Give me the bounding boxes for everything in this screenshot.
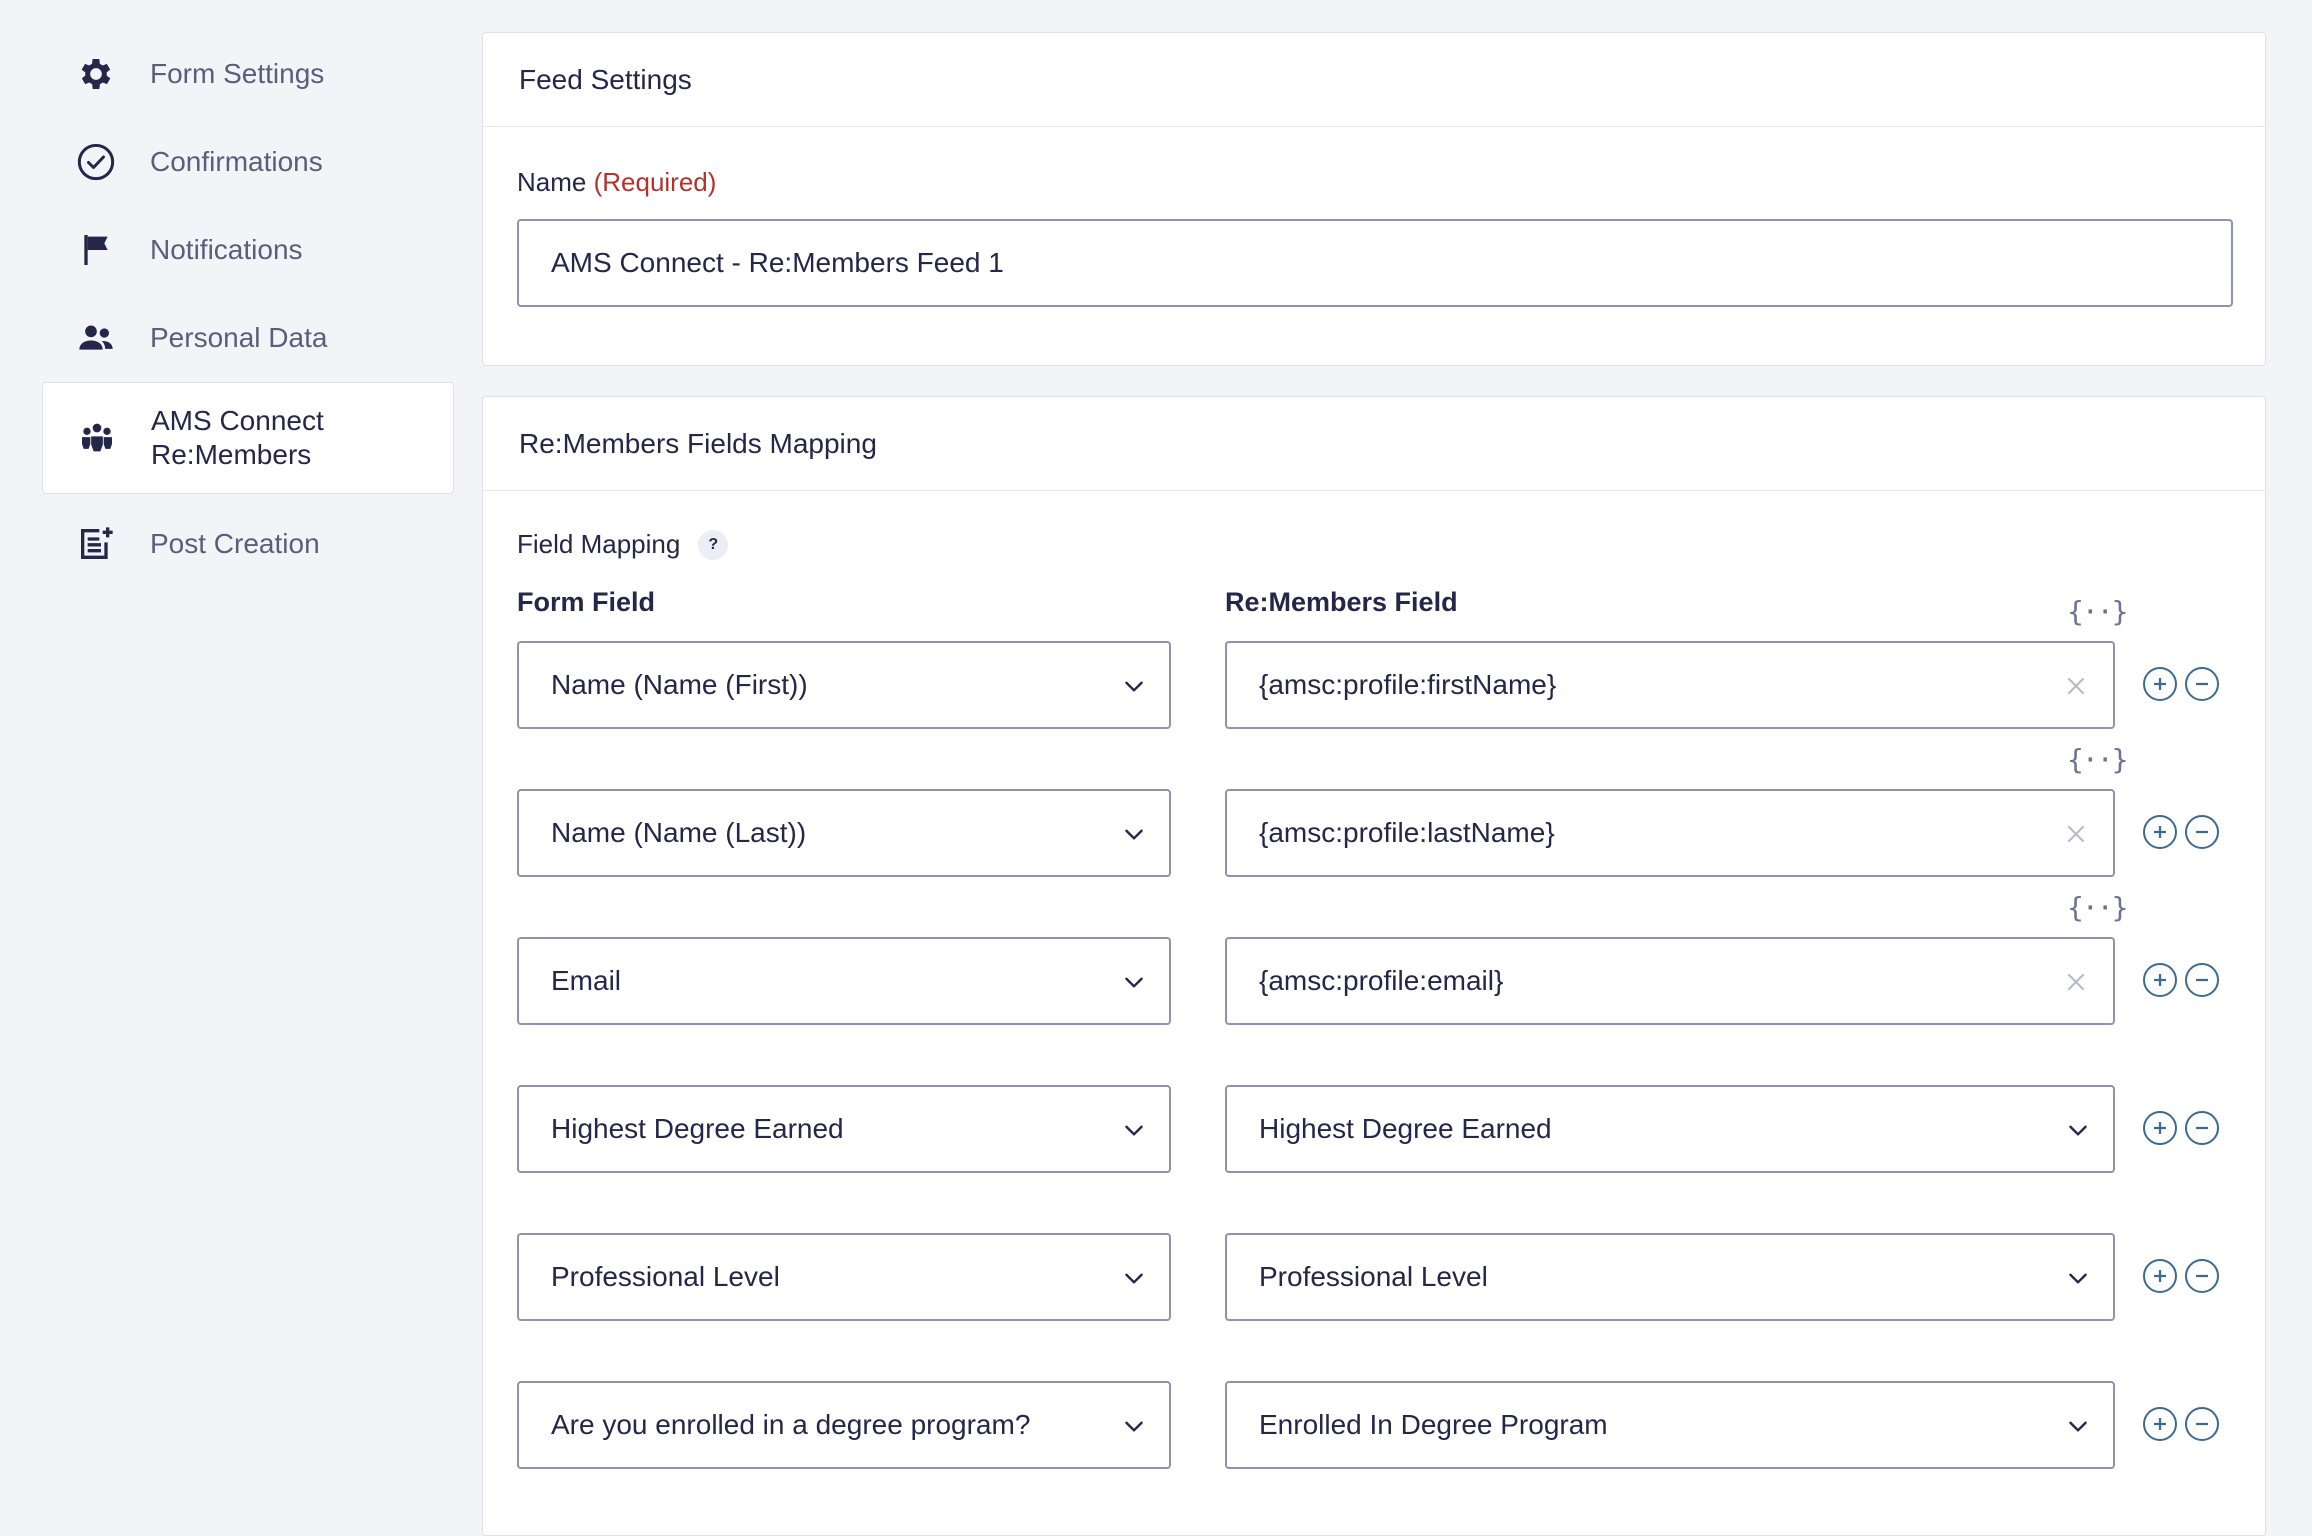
remembers-field-select[interactable]: Professional Level: [1225, 1233, 2115, 1321]
sidebar-item-confirmations[interactable]: Confirmations: [42, 118, 454, 206]
remembers-field-header: Re:Members Field: [1225, 587, 1458, 617]
chevron-down-icon: [1121, 969, 1147, 995]
chevron-down-icon: [1121, 1413, 1147, 1439]
required-indicator: (Required): [593, 167, 717, 197]
form-field-select[interactable]: Name (Name (First)): [517, 641, 1171, 729]
merge-tag-icon[interactable]: {··}: [2067, 595, 2128, 628]
remove-row-button[interactable]: [2185, 1259, 2219, 1293]
feed-name-input[interactable]: AMS Connect - Re:Members Feed 1: [517, 219, 2233, 307]
form-field-value: Name (Name (Last)): [551, 817, 807, 848]
row-actions: [2143, 1111, 2219, 1145]
form-field-value: Are you enrolled in a degree program?: [551, 1409, 1031, 1440]
gear-icon: [74, 52, 118, 96]
form-field-value: Highest Degree Earned: [551, 1113, 844, 1144]
add-row-button[interactable]: [2143, 1259, 2177, 1293]
form-field-select[interactable]: Name (Name (Last)): [517, 789, 1171, 877]
close-icon[interactable]: [2063, 969, 2089, 995]
chevron-down-icon: [2065, 1265, 2091, 1291]
feed-settings-panel: Feed Settings Name (Required) AMS Connec…: [482, 32, 2266, 366]
remembers-field-value: {amsc:profile:lastName}: [1259, 817, 1555, 848]
form-field-value: Professional Level: [551, 1261, 780, 1292]
remove-row-button[interactable]: [2185, 1407, 2219, 1441]
chevron-down-icon: [2065, 1413, 2091, 1439]
remembers-field-value: Enrolled In Degree Program: [1259, 1409, 1608, 1440]
sidebar-item-label: Post Creation: [150, 528, 320, 559]
sidebar: Form Settings Confirmations Notification…: [42, 30, 454, 588]
form-field-select[interactable]: Email: [517, 937, 1171, 1025]
sidebar-item-label: Personal Data: [150, 322, 328, 353]
users-icon: [74, 316, 118, 360]
field-mapping-text: Field Mapping: [517, 529, 681, 559]
form-field-header: Form Field: [517, 587, 656, 617]
group-icon: [75, 416, 119, 460]
chevron-down-icon: [1121, 673, 1147, 699]
sidebar-item-personal-data[interactable]: Personal Data: [42, 294, 454, 382]
remove-row-button[interactable]: [2185, 667, 2219, 701]
form-field-value: Name (Name (First)): [551, 669, 808, 700]
add-row-button[interactable]: [2143, 1407, 2177, 1441]
remove-row-button[interactable]: [2185, 963, 2219, 997]
remembers-field-value: Professional Level: [1259, 1261, 1488, 1292]
sidebar-item-label: AMS Connect Re:Members: [151, 405, 324, 470]
chevron-down-icon: [1121, 821, 1147, 847]
remove-row-button[interactable]: [2185, 815, 2219, 849]
sidebar-item-post-creation[interactable]: Post Creation: [42, 500, 454, 588]
merge-tag-icon[interactable]: {··}: [2067, 891, 2128, 924]
fields-mapping-panel: Re:Members Fields Mapping Field Mapping …: [482, 396, 2266, 1536]
row-actions: [2143, 667, 2219, 701]
check-circle-icon: [74, 140, 118, 184]
form-field-select[interactable]: Highest Degree Earned: [517, 1085, 1171, 1173]
sidebar-item-form-settings[interactable]: Form Settings: [42, 30, 454, 118]
chevron-down-icon: [1121, 1117, 1147, 1143]
name-field-label: Name (Required): [517, 167, 716, 198]
sidebar-item-label: Notifications: [150, 234, 303, 265]
post-add-icon: [74, 522, 118, 566]
remembers-field-value: {amsc:profile:email}: [1259, 965, 1504, 996]
close-icon[interactable]: [2063, 821, 2089, 847]
row-actions: [2143, 815, 2219, 849]
add-row-button[interactable]: [2143, 667, 2177, 701]
row-actions: [2143, 1407, 2219, 1441]
remembers-field-input[interactable]: {amsc:profile:email}: [1225, 937, 2115, 1025]
sidebar-item-ams-connect[interactable]: AMS Connect Re:Members: [42, 382, 454, 494]
remembers-field-input[interactable]: {amsc:profile:lastName}: [1225, 789, 2115, 877]
remembers-field-value: Highest Degree Earned: [1259, 1113, 1552, 1144]
close-icon[interactable]: [2063, 673, 2089, 699]
panel-title: Feed Settings: [483, 33, 2265, 127]
merge-tag-icon[interactable]: {··}: [2067, 743, 2128, 776]
name-label-text: Name: [517, 167, 587, 197]
row-actions: [2143, 1259, 2219, 1293]
remembers-field-select[interactable]: Enrolled In Degree Program: [1225, 1381, 2115, 1469]
chevron-down-icon: [2065, 1117, 2091, 1143]
chevron-down-icon: [1121, 1265, 1147, 1291]
remembers-field-value: {amsc:profile:firstName}: [1259, 669, 1557, 700]
remembers-field-select[interactable]: Highest Degree Earned: [1225, 1085, 2115, 1173]
flag-icon: [74, 228, 118, 272]
form-field-select[interactable]: Are you enrolled in a degree program?: [517, 1381, 1171, 1469]
remembers-field-input[interactable]: {amsc:profile:firstName}: [1225, 641, 2115, 729]
remove-row-button[interactable]: [2185, 1111, 2219, 1145]
sidebar-item-notifications[interactable]: Notifications: [42, 206, 454, 294]
field-mapping-label: Field Mapping ?: [517, 529, 729, 560]
row-actions: [2143, 963, 2219, 997]
form-field-value: Email: [551, 965, 622, 996]
panel-title: Re:Members Fields Mapping: [483, 397, 2265, 491]
sidebar-item-label: Confirmations: [150, 146, 323, 177]
sidebar-item-label: Form Settings: [150, 58, 325, 89]
add-row-button[interactable]: [2143, 815, 2177, 849]
form-field-select[interactable]: Professional Level: [517, 1233, 1171, 1321]
add-row-button[interactable]: [2143, 963, 2177, 997]
add-row-button[interactable]: [2143, 1111, 2177, 1145]
help-icon[interactable]: ?: [698, 529, 729, 560]
